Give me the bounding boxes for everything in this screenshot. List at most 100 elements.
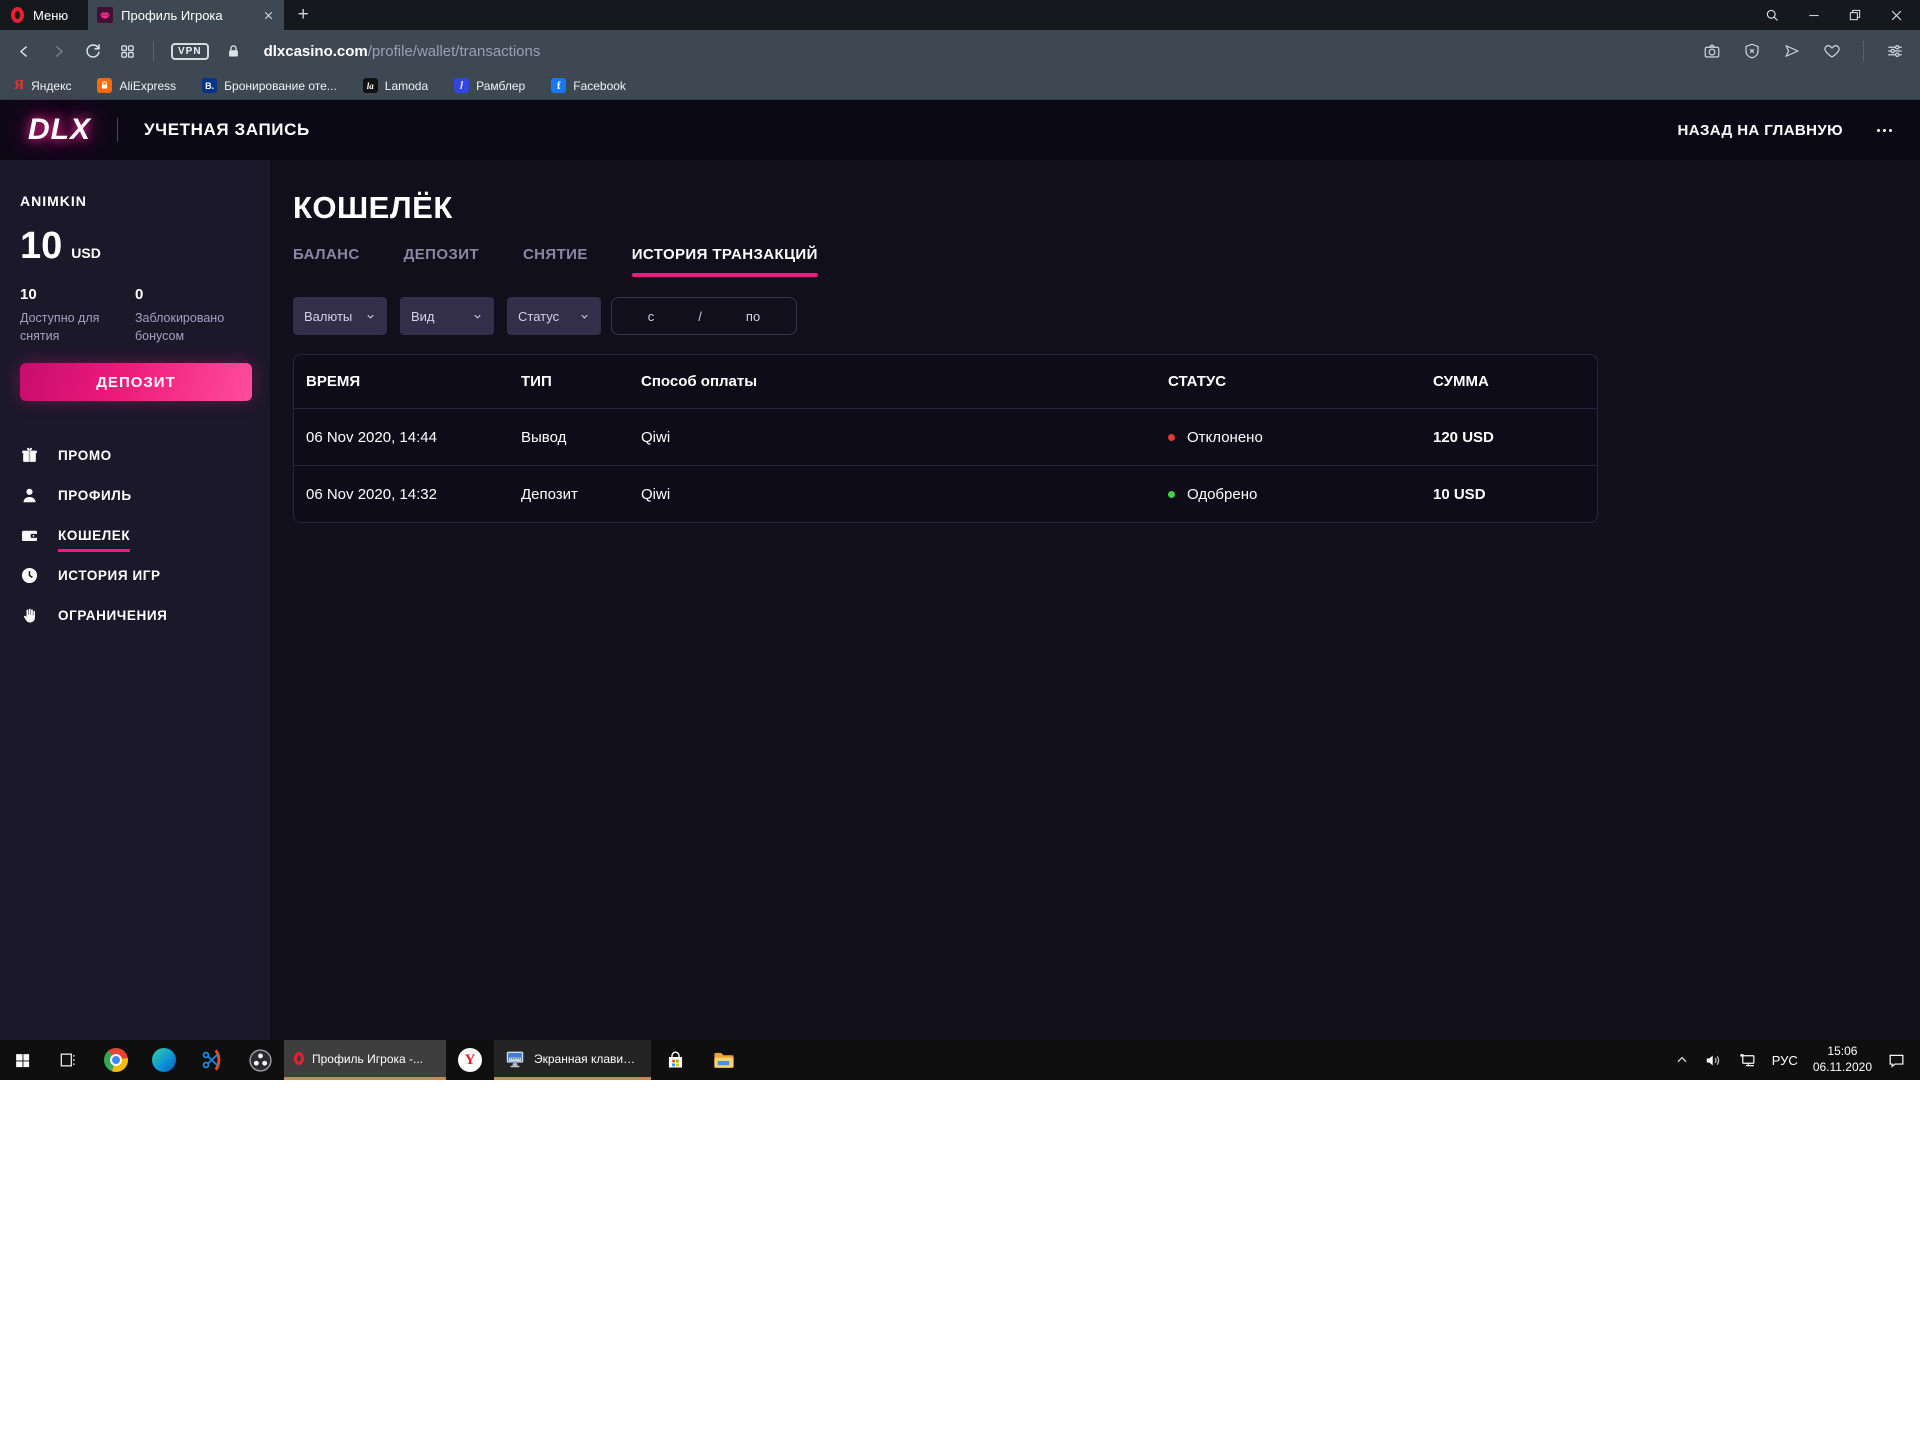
lock-icon[interactable] xyxy=(226,44,241,59)
notification-center-icon[interactable] xyxy=(1887,1051,1906,1070)
close-window-icon[interactable] xyxy=(1889,8,1904,23)
sidebar-item-label: ПРОМО xyxy=(58,448,112,463)
gift-icon xyxy=(20,446,39,465)
tab-close-icon[interactable] xyxy=(262,9,275,22)
back-to-main-link[interactable]: НАЗАД НА ГЛАВНУЮ xyxy=(1678,122,1844,139)
cell-status: Одобрено xyxy=(1187,486,1257,503)
tab-title: Профиль Игрока xyxy=(121,8,254,23)
cell-time: 06 Nov 2020, 14:44 xyxy=(306,429,521,446)
clock-icon xyxy=(20,566,39,585)
start-button[interactable] xyxy=(0,1040,44,1080)
snipping-tool-icon[interactable] xyxy=(188,1040,236,1080)
toolbar-separator xyxy=(153,41,154,61)
facebook-icon: f xyxy=(551,78,566,93)
status-filter-select[interactable]: Статус xyxy=(507,297,601,335)
type-filter-label: Вид xyxy=(411,309,435,324)
bookmark-yandex[interactable]: Я Яндекс xyxy=(14,78,71,94)
tab-withdrawal[interactable]: СНЯТИЕ xyxy=(523,246,588,277)
tab-deposit[interactable]: ДЕПОЗИТ xyxy=(404,246,479,277)
microsoft-store-icon[interactable] xyxy=(651,1040,699,1080)
opera-logo-icon xyxy=(11,7,24,23)
minimize-icon[interactable] xyxy=(1807,8,1821,22)
easy-setup-sliders-icon[interactable] xyxy=(1886,42,1904,60)
date-separator: / xyxy=(698,309,702,324)
file-explorer-icon[interactable] xyxy=(699,1040,747,1080)
tab-transaction-history[interactable]: ИСТОРИЯ ТРАНЗАКЦИЙ xyxy=(632,246,818,277)
chevron-down-icon xyxy=(365,311,376,322)
bookmark-lamoda[interactable]: la Lamoda xyxy=(363,78,428,93)
clock[interactable]: 15:06 06.11.2020 xyxy=(1813,1044,1872,1075)
taskbar-window-keyboard[interactable]: Экранная клавиат... xyxy=(494,1040,651,1080)
browser-toolbar: VPN dlxcasino.com/profile/wallet/transac… xyxy=(0,30,1920,72)
taskbar-window-title: Профиль Игрока -... xyxy=(312,1052,423,1066)
bookmark-aliexpress[interactable]: AliExpress xyxy=(97,78,176,93)
table-row[interactable]: 06 Nov 2020, 14:32 Депозит Qiwi Одобрено… xyxy=(294,465,1597,522)
tab-balance[interactable]: БАЛАНС xyxy=(293,246,360,277)
sidebar-item-promo[interactable]: ПРОМО xyxy=(20,435,250,475)
table-header-row: ВРЕМЯ ТИП Способ оплаты СТАТУС СУММА xyxy=(294,355,1597,408)
currency-filter-select[interactable]: Валюты xyxy=(293,297,387,335)
page-title: КОШЕЛЁК xyxy=(293,190,1920,226)
my-flow-send-icon[interactable] xyxy=(1783,42,1801,60)
sidebar-item-wallet[interactable]: КОШЕЛЕК xyxy=(20,515,250,555)
task-view-button[interactable] xyxy=(44,1040,92,1080)
sidebar-item-game-history[interactable]: ИСТОРИЯ ИГР xyxy=(20,555,250,595)
user-icon xyxy=(20,486,39,505)
edge-icon[interactable] xyxy=(140,1040,188,1080)
sidebar-menu: ПРОМО ПРОФИЛЬ КОШЕЛЕК xyxy=(20,435,250,635)
site-header: DLX УЧЕТНАЯ ЗАПИСЬ НАЗАД НА ГЛАВНУЮ xyxy=(0,100,1920,160)
taskbar-window-opera[interactable]: Профиль Игрока -... xyxy=(284,1040,446,1080)
browser-tab-bar: Меню Профиль Игрока + xyxy=(0,0,1920,30)
table-row[interactable]: 06 Nov 2020, 14:44 Вывод Qiwi Отклонено … xyxy=(294,408,1597,465)
date-to-label[interactable]: по xyxy=(746,309,760,324)
bookmark-label: Facebook xyxy=(573,79,626,93)
volume-icon[interactable] xyxy=(1704,1051,1723,1070)
tray-time: 15:06 xyxy=(1813,1044,1872,1060)
language-indicator[interactable]: РУС xyxy=(1772,1053,1798,1068)
opera-icon xyxy=(294,1052,304,1065)
restore-window-icon[interactable] xyxy=(1848,8,1862,22)
bookmark-rambler[interactable]: / Рамблер xyxy=(454,78,525,93)
transaction-filters: Валюты Вид Статус с / по xyxy=(293,297,1920,335)
back-icon[interactable] xyxy=(16,43,33,60)
speed-dial-icon[interactable] xyxy=(119,43,136,60)
overflow-menu-icon[interactable] xyxy=(1877,129,1892,132)
bookmark-label: Бронирование оте... xyxy=(224,79,337,93)
reload-icon[interactable] xyxy=(84,42,102,60)
sidebar-item-limits[interactable]: ОГРАНИЧЕНИЯ xyxy=(20,595,250,635)
forward-icon[interactable] xyxy=(50,43,67,60)
vpn-badge[interactable]: VPN xyxy=(171,43,209,60)
status-filter-label: Статус xyxy=(518,309,559,324)
sidebar-item-label: ПРОФИЛЬ xyxy=(58,488,132,503)
search-icon[interactable] xyxy=(1765,8,1780,23)
browser-tab-active[interactable]: Профиль Игрока xyxy=(88,0,284,30)
onscreen-keyboard-icon xyxy=(504,1048,526,1070)
bookmark-facebook[interactable]: f Facebook xyxy=(551,78,626,93)
date-range-input[interactable]: с / по xyxy=(611,297,797,335)
snapshot-camera-icon[interactable] xyxy=(1703,42,1721,60)
transactions-table: ВРЕМЯ ТИП Способ оплаты СТАТУС СУММА 06 … xyxy=(293,354,1598,523)
cell-method: Qiwi xyxy=(641,429,1168,446)
bookmark-booking[interactable]: В. Бронирование оте... xyxy=(202,78,337,93)
chevron-up-icon[interactable] xyxy=(1675,1053,1689,1067)
obs-icon[interactable] xyxy=(236,1040,284,1080)
yandex-browser-icon[interactable]: Y xyxy=(446,1040,494,1080)
date-from-label[interactable]: с xyxy=(648,309,655,324)
deposit-button[interactable]: ДЕПОЗИТ xyxy=(20,363,252,401)
address-bar[interactable]: dlxcasino.com/profile/wallet/transaction… xyxy=(264,43,541,60)
chrome-icon[interactable] xyxy=(92,1040,140,1080)
cell-method: Qiwi xyxy=(641,486,1168,503)
network-icon[interactable] xyxy=(1738,1051,1757,1070)
type-filter-select[interactable]: Вид xyxy=(400,297,494,335)
wallet-main: КОШЕЛЁК БАЛАНС ДЕПОЗИТ СНЯТИЕ ИСТОРИЯ ТР… xyxy=(270,160,1920,1080)
shield-adblock-icon[interactable] xyxy=(1743,42,1761,60)
tray-date: 06.11.2020 xyxy=(1813,1060,1872,1076)
opera-menu-button[interactable]: Меню xyxy=(0,0,88,30)
bookmark-heart-icon[interactable] xyxy=(1823,42,1841,60)
dlx-logo[interactable]: DLX xyxy=(28,113,91,147)
booking-icon: В. xyxy=(202,78,217,93)
site-favicon-lips-icon xyxy=(97,7,113,23)
sidebar-item-profile[interactable]: ПРОФИЛЬ xyxy=(20,475,250,515)
new-tab-button[interactable]: + xyxy=(284,0,322,30)
cell-amount: 10 USD xyxy=(1433,486,1597,503)
